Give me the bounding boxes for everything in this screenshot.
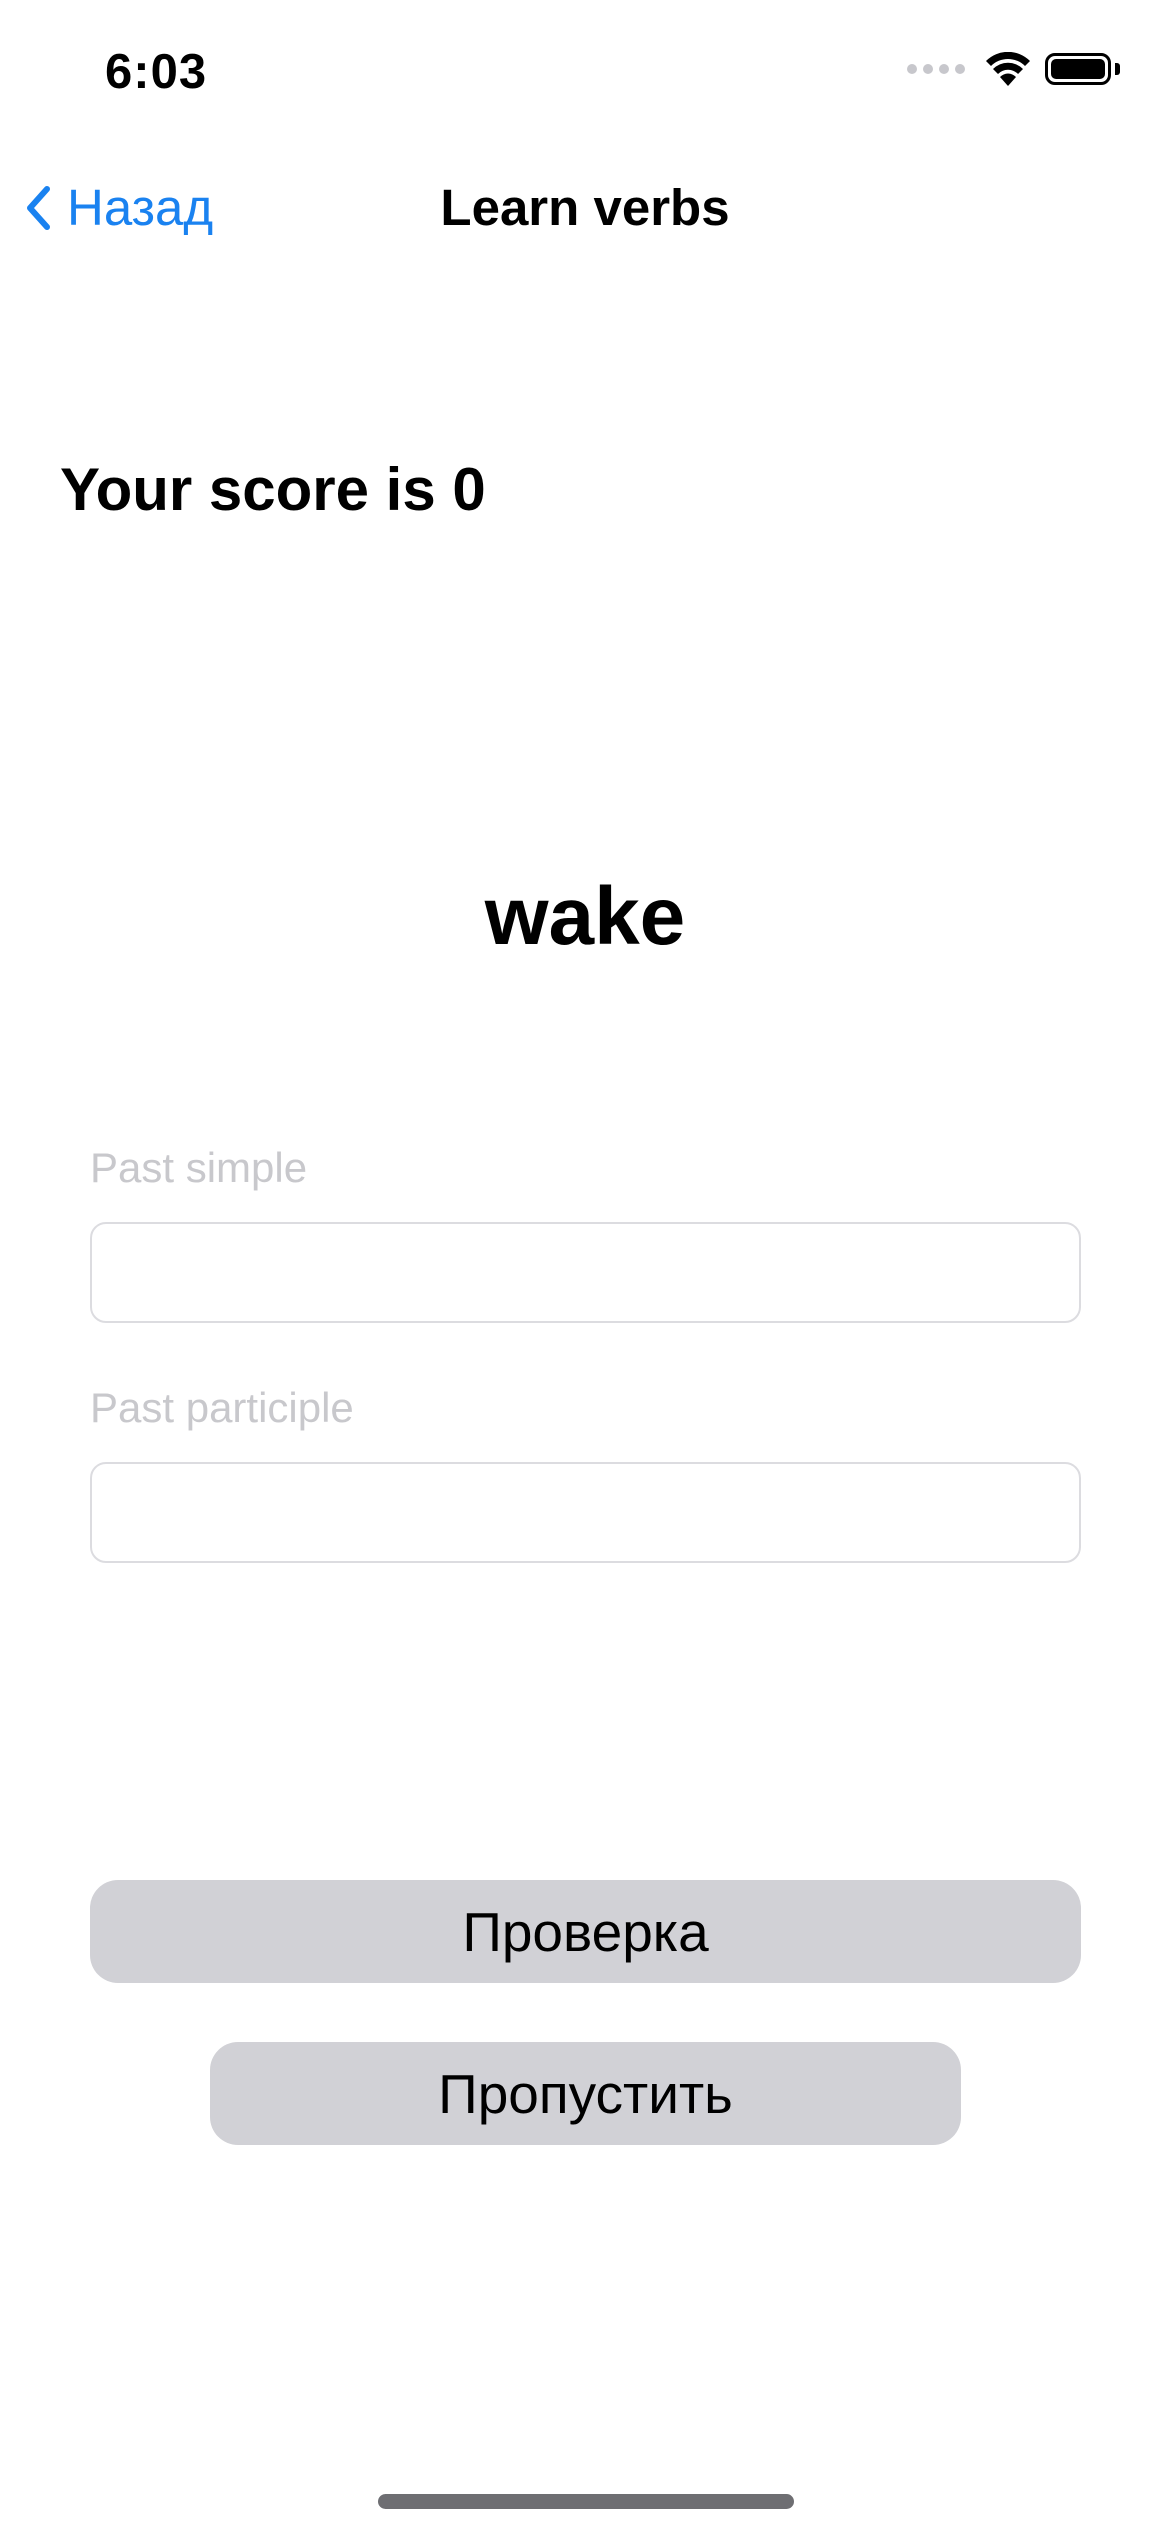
home-indicator[interactable] bbox=[378, 2494, 794, 2509]
score-label: Your score is 0 bbox=[60, 456, 486, 523]
check-button[interactable]: Проверка bbox=[90, 1880, 1081, 1983]
battery-icon bbox=[1045, 53, 1111, 85]
past-participle-input[interactable] bbox=[90, 1462, 1081, 1563]
verb-prompt: wake bbox=[484, 871, 686, 962]
page-title: Learn verbs bbox=[440, 179, 730, 236]
cellular-signal-icon bbox=[907, 64, 965, 74]
battery-cap bbox=[1115, 63, 1120, 75]
past-simple-label: Past simple bbox=[90, 1144, 308, 1191]
wifi-icon bbox=[986, 52, 1030, 86]
past-participle-label: Past participle bbox=[90, 1384, 354, 1431]
status-icons bbox=[907, 52, 1120, 86]
skip-button[interactable]: Пропустить bbox=[210, 2042, 961, 2145]
status-time: 6:03 bbox=[105, 45, 208, 99]
past-simple-input[interactable] bbox=[90, 1222, 1081, 1323]
